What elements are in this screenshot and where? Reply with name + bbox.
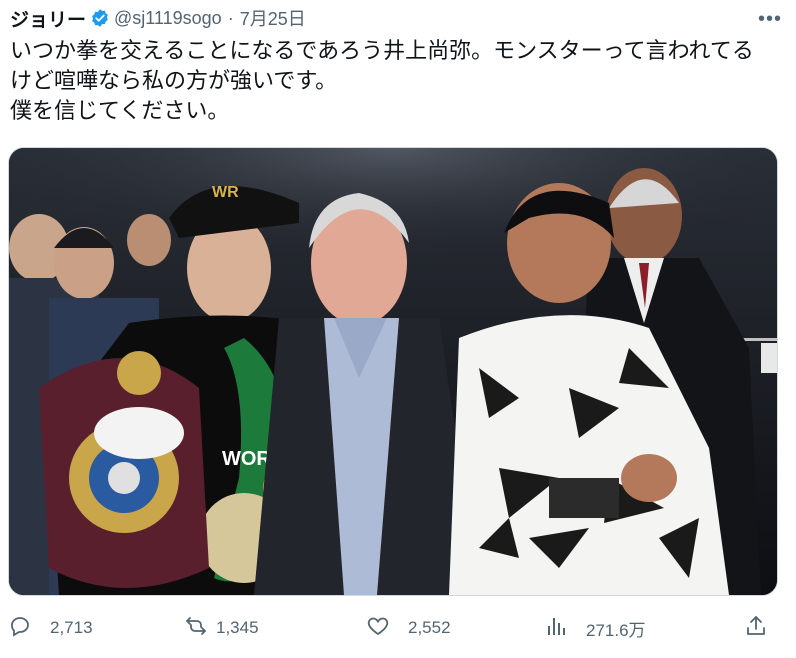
user-handle[interactable]: @sj1119sogo [114,8,222,29]
more-options-icon[interactable]: ••• [758,8,782,31]
verified-badge-icon [90,8,110,28]
tweet-photo[interactable]: WR WORLD [8,147,778,596]
reply-icon [8,614,40,643]
reply-button[interactable]: 2,713 [8,606,93,650]
share-button[interactable] [744,606,776,650]
tweet-date[interactable]: 7月25日 [240,5,306,31]
cap-text: WR [212,184,239,201]
like-button[interactable]: 2,552 [366,606,451,650]
views-chart-icon [544,614,576,643]
tweet-header: ジョリー @sj1119sogo · 7月25日 ••• [10,5,786,32]
tweet-text: いつか拳を交えることになるであろう井上尚弥。モンスターって言われてる けど喧嘩な… [10,38,754,123]
heart-icon [366,614,398,643]
view-count: 271.6万 [586,620,646,640]
like-count: 2,552 [408,618,451,637]
retweet-icon [184,614,216,643]
retweet-count: 1,345 [216,618,259,637]
share-icon [744,614,776,643]
display-name[interactable]: ジョリー [10,5,86,32]
retweet-button[interactable]: 1,345 [184,606,259,650]
tweet-actions: 2,713 1,345 2,552 271.6万 [0,606,796,650]
views-button[interactable]: 271.6万 [544,606,646,650]
reply-count: 2,713 [50,618,93,637]
separator-dot: · [227,7,234,28]
photo-illustration: WR WORLD [9,148,777,595]
